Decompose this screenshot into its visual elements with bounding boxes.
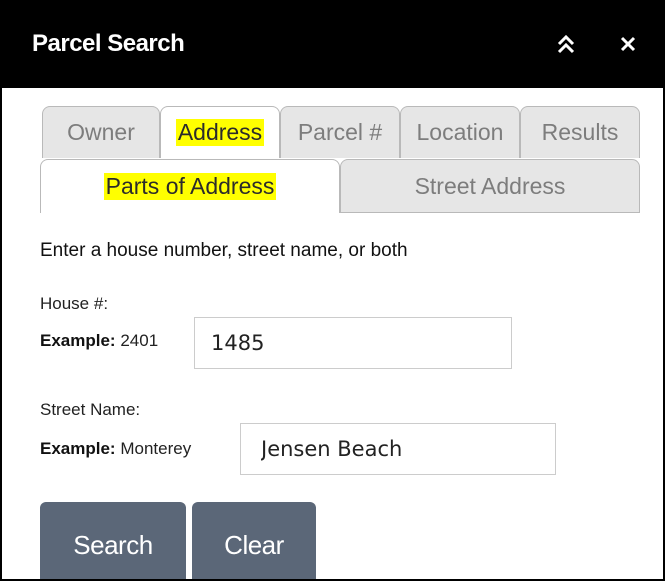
tab-location-label: Location (416, 119, 504, 145)
house-example-prefix: Example: (40, 331, 116, 350)
tab-results-label: Results (541, 119, 619, 145)
tab-results[interactable]: Results (520, 106, 640, 158)
panel-header: Parcel Search (2, 2, 663, 88)
clear-button[interactable]: Clear (192, 502, 316, 579)
house-number-label: House #: (40, 294, 109, 313)
street-example-value: Monterey (120, 439, 192, 458)
house-example-value: 2401 (120, 331, 159, 350)
parcel-search-panel: Parcel Search Owner Address Parcel # Loc… (0, 0, 665, 581)
street-name-label: Street Name: (40, 400, 141, 419)
house-number-example: Example: 2401 (40, 331, 158, 351)
tab-parcel-number[interactable]: Parcel # (280, 106, 400, 158)
tab-address[interactable]: Address (160, 106, 280, 158)
double-chevron-up-icon[interactable] (550, 28, 582, 60)
street-example-prefix: Example: (40, 439, 116, 458)
subtab-street-address[interactable]: Street Address (340, 159, 640, 213)
tab-divider (340, 212, 640, 213)
search-button[interactable]: Search (40, 502, 186, 579)
close-icon[interactable] (612, 28, 644, 60)
subtab-parts-of-address-label: Parts of Address (103, 173, 277, 200)
street-name-input[interactable] (240, 423, 556, 475)
subtab-parts-of-address[interactable]: Parts of Address (40, 159, 340, 213)
search-instruction: Enter a house number, street name, or bo… (40, 240, 408, 261)
tab-address-label: Address (175, 119, 265, 146)
tab-parcel-number-label: Parcel # (297, 119, 383, 145)
tab-owner-label: Owner (67, 119, 135, 145)
tab-owner[interactable]: Owner (42, 106, 160, 158)
street-name-example: Example: Monterey (40, 439, 191, 459)
house-number-input[interactable] (194, 317, 512, 369)
subtab-street-address-label: Street Address (414, 173, 566, 199)
panel-title: Parcel Search (32, 30, 185, 57)
tab-location[interactable]: Location (400, 106, 520, 158)
